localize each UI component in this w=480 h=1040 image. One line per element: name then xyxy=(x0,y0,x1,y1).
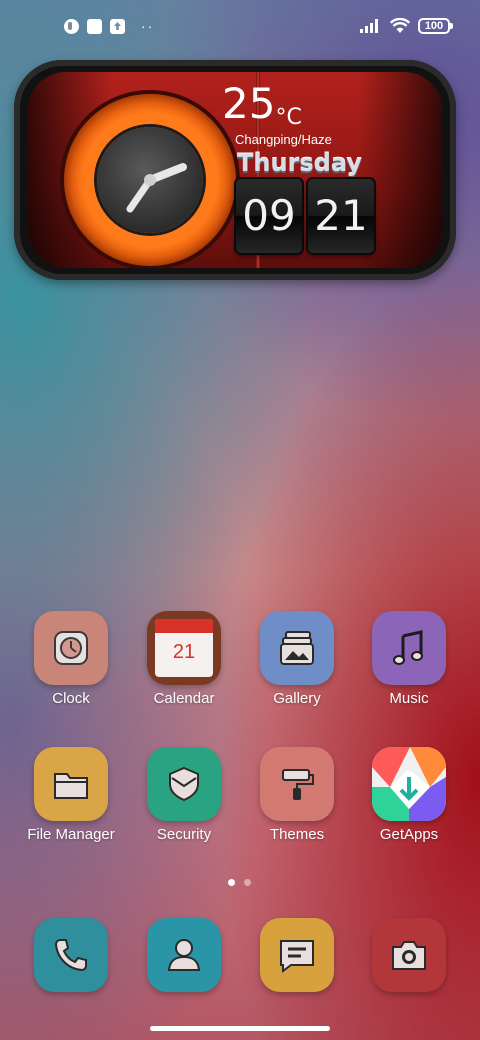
folder-icon[interactable] xyxy=(34,747,108,821)
weekday-label: Thursday xyxy=(237,149,362,177)
app-label-themes: Themes xyxy=(269,826,325,843)
app-notification-icon xyxy=(64,19,79,34)
app-label-clock: Clock xyxy=(52,690,90,707)
app-themes[interactable]: Themes xyxy=(242,747,352,843)
clock-dial xyxy=(97,127,203,233)
app-label-getapps: GetApps xyxy=(379,826,439,843)
signal-icon xyxy=(360,19,378,33)
music-note-icon[interactable] xyxy=(372,611,446,685)
page-indicator xyxy=(228,879,251,886)
phone-icon[interactable] xyxy=(34,918,108,992)
calendar-date: 21 xyxy=(172,641,196,663)
flip-clock-hour: 09 xyxy=(236,179,302,253)
getapps-icon[interactable] xyxy=(372,747,446,821)
app-label-gallery: Gallery xyxy=(273,690,321,707)
status-bar: ·· 100 xyxy=(0,0,480,56)
dock-camera[interactable] xyxy=(354,918,464,992)
app-clock[interactable]: Clock xyxy=(16,611,126,707)
app-getapps[interactable]: GetApps xyxy=(354,747,464,843)
upload-icon xyxy=(110,19,125,34)
wifi-icon xyxy=(390,18,410,33)
app-security[interactable]: Security xyxy=(129,747,239,843)
camera-icon[interactable] xyxy=(372,918,446,992)
analog-clock xyxy=(64,94,236,266)
calendar-page: 21 xyxy=(155,619,213,677)
notification-icons: ·· xyxy=(64,19,154,34)
app-label-music: Music xyxy=(389,690,429,707)
page-dot-1[interactable] xyxy=(228,879,235,886)
app-calendar[interactable]: 21 Calendar xyxy=(129,611,239,707)
gallery-icon[interactable] xyxy=(260,611,334,685)
app-music[interactable]: Music xyxy=(354,611,464,707)
paint-roller-icon[interactable] xyxy=(260,747,334,821)
app-file-manager[interactable]: File Manager xyxy=(16,747,126,843)
app-label-file-manager: File Manager xyxy=(27,826,115,843)
system-icons: 100 xyxy=(360,18,453,34)
weather-location: Changping/Haze xyxy=(235,132,332,147)
clock-icon[interactable] xyxy=(34,611,108,685)
clock-hands-icon xyxy=(126,163,187,213)
flip-clock-minute: 21 xyxy=(308,179,374,253)
calendar-icon[interactable]: 21 xyxy=(147,611,221,685)
temperature-value: 25 xyxy=(222,79,276,128)
app-gallery[interactable]: Gallery xyxy=(242,611,352,707)
contacts-icon[interactable] xyxy=(147,918,221,992)
dock-contacts[interactable] xyxy=(129,918,239,992)
app-label-security: Security xyxy=(156,826,212,843)
message-icon[interactable] xyxy=(260,918,334,992)
temperature-unit: °C xyxy=(275,105,302,130)
dock-phone[interactable] xyxy=(16,918,126,992)
shield-icon[interactable] xyxy=(147,747,221,821)
app-label-calendar: Calendar xyxy=(153,690,215,707)
more-notifications-icon: ·· xyxy=(141,18,155,34)
home-gesture-bar[interactable] xyxy=(150,1026,330,1031)
page-dot-2[interactable] xyxy=(244,879,251,886)
temperature-display: 25°C xyxy=(222,79,302,131)
square-notification-icon xyxy=(87,19,102,34)
dock-messages[interactable] xyxy=(242,918,352,992)
battery-indicator: 100 xyxy=(418,18,453,34)
